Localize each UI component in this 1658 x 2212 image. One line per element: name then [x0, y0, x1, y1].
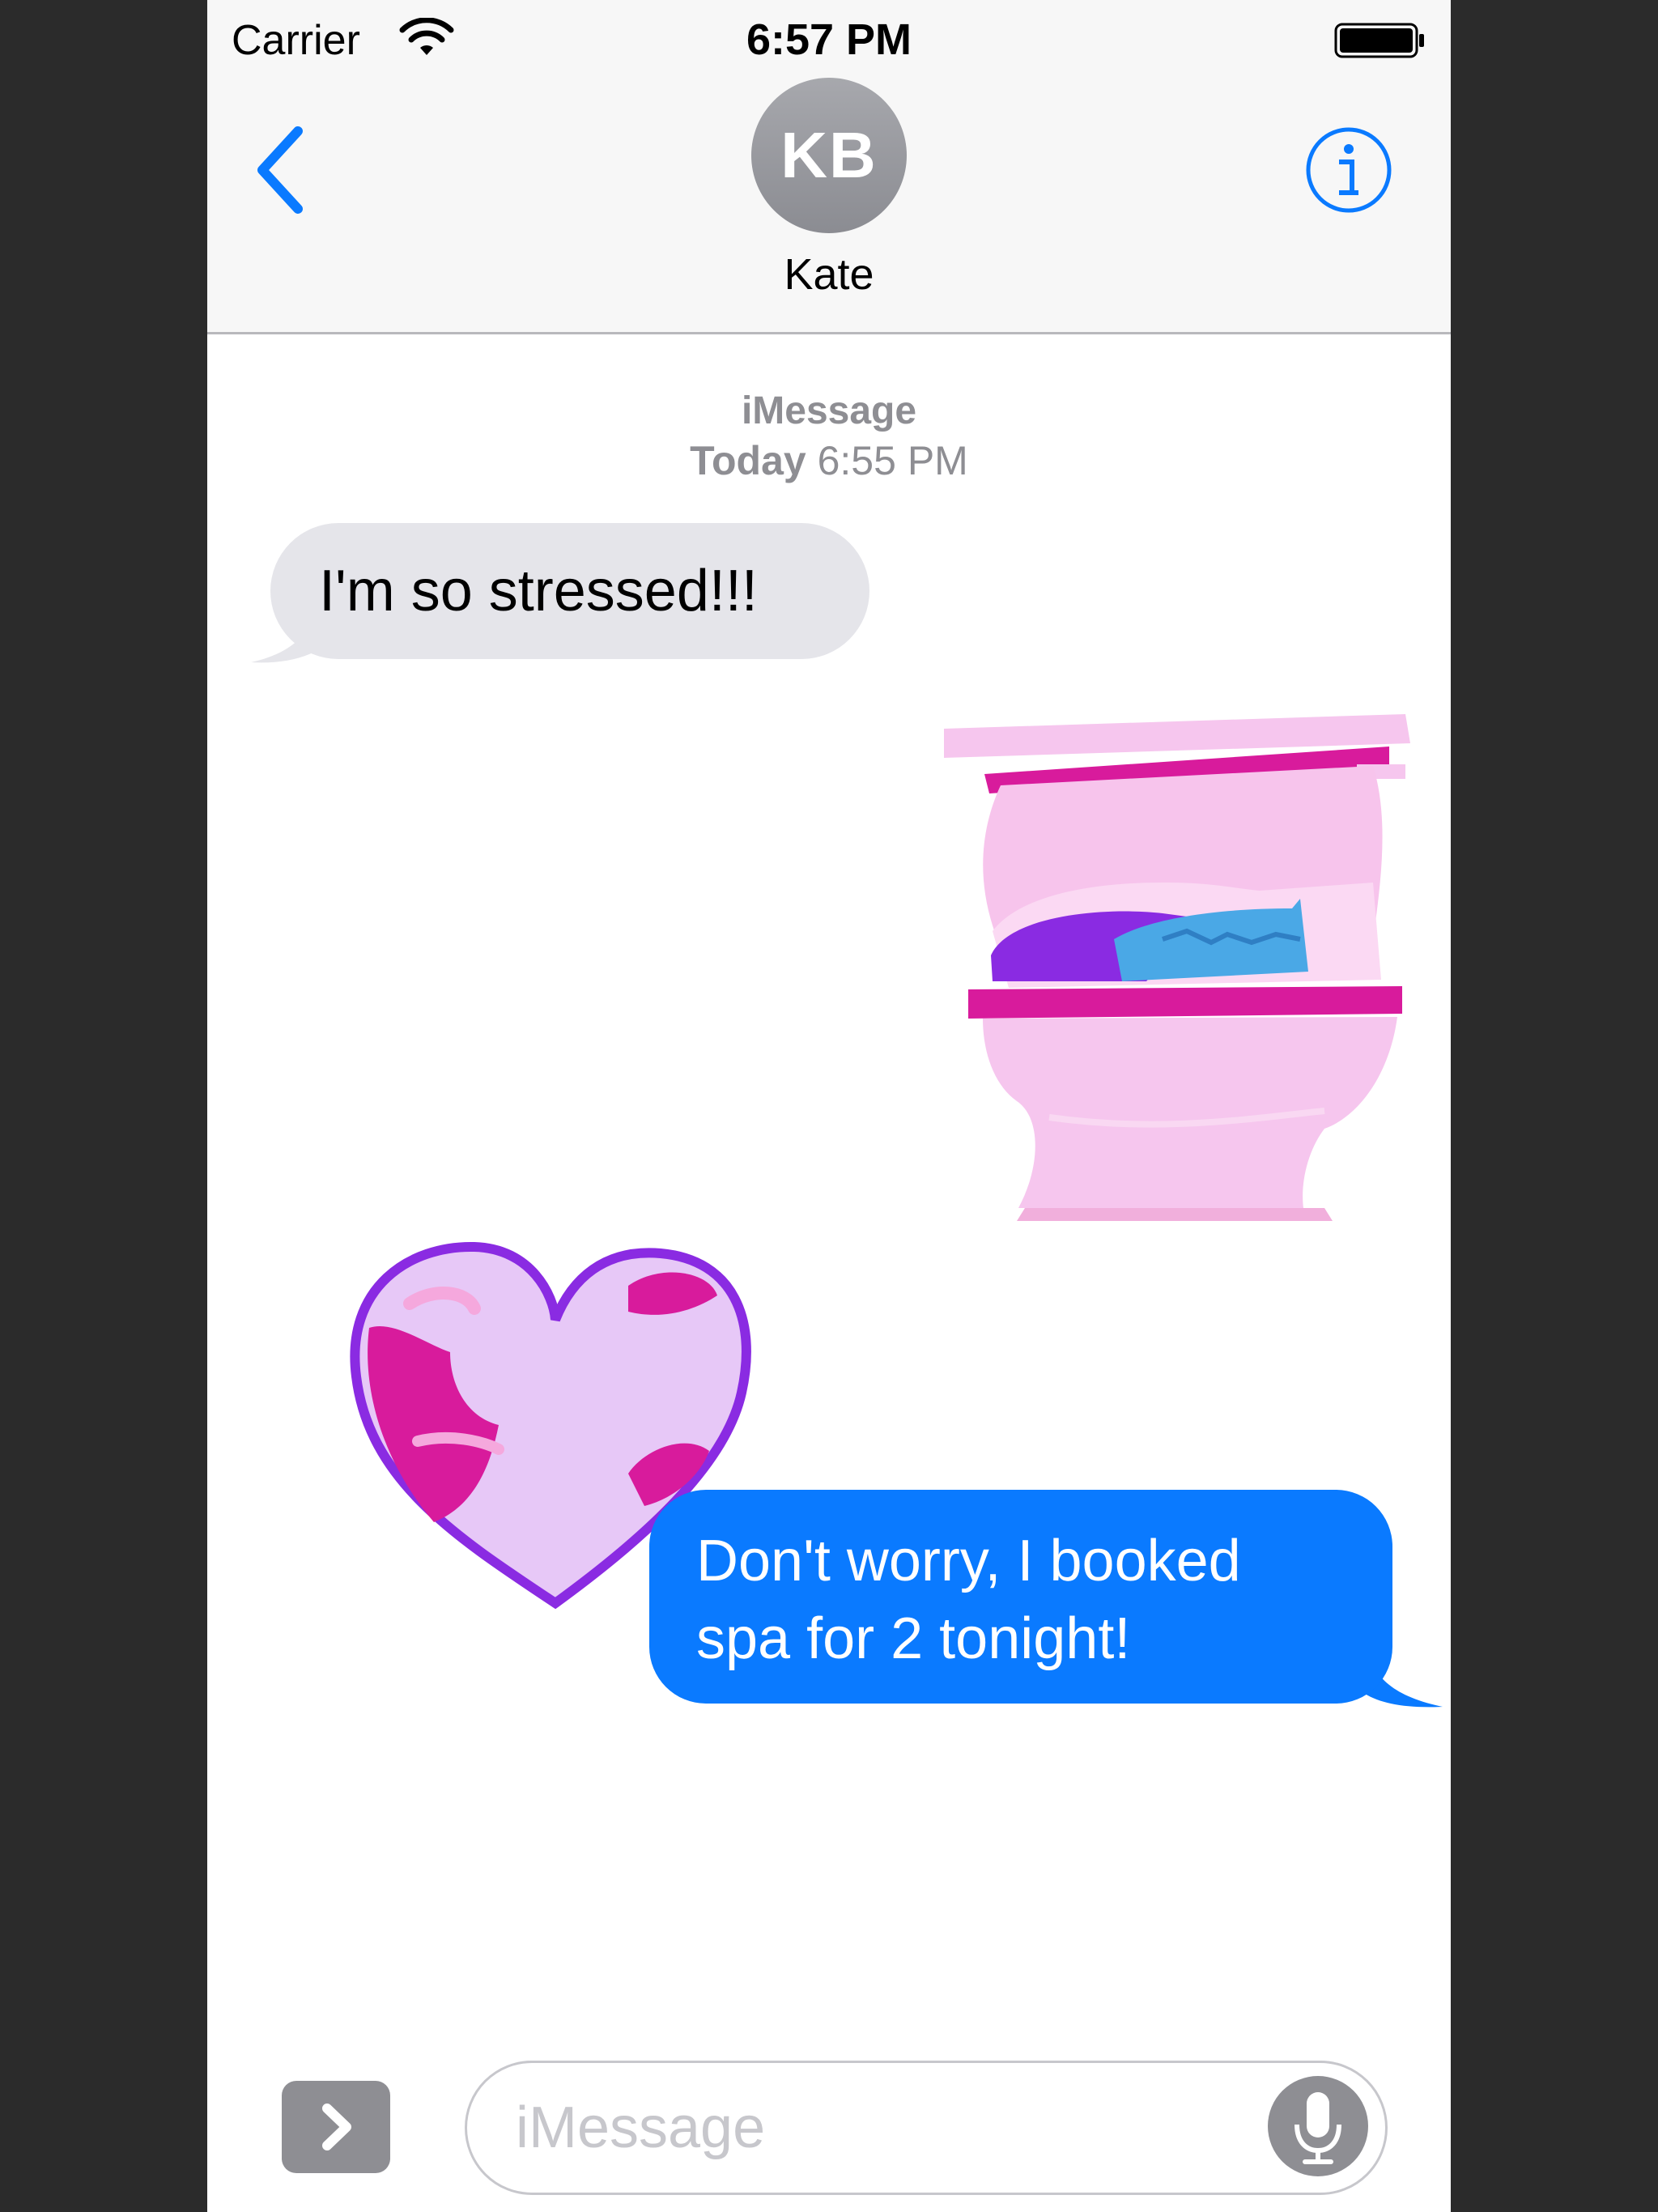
toilet-sticker[interactable]	[920, 696, 1438, 1223]
service-label: iMessage	[741, 389, 917, 432]
battery-icon	[1334, 23, 1424, 58]
dictation-button[interactable]	[1268, 2076, 1368, 2176]
avatar-initials: KB	[780, 119, 878, 191]
navigation-header: Carrier 6:57 PM KB Kate	[207, 0, 1451, 334]
message-timestamp: Today 6:55 PM	[207, 437, 1451, 484]
message-input[interactable]	[465, 2061, 1388, 2195]
message-text: I'm so stressed!!!	[319, 559, 758, 623]
info-icon[interactable]	[1300, 121, 1397, 219]
incoming-message-bubble[interactable]: I'm so stressed!!!	[270, 523, 869, 659]
outgoing-message-bubble[interactable]: Don't worry, I booked spa for 2 tonight!	[649, 1490, 1392, 1704]
contact-name[interactable]: Kate	[207, 249, 1451, 300]
microphone-icon	[1295, 2092, 1341, 2164]
chevron-right-icon	[322, 2104, 351, 2150]
clock: 6:57 PM	[746, 15, 912, 64]
back-chevron-icon[interactable]	[248, 121, 321, 219]
app-drawer-button[interactable]	[282, 2081, 390, 2173]
message-text: Don't worry, I booked spa for 2 tonight!	[696, 1529, 1241, 1671]
messages-screen: Carrier 6:57 PM KB Kate iMessage Today 6…	[207, 0, 1451, 2212]
timestamp-time: 6:55 PM	[817, 438, 968, 483]
contact-avatar[interactable]: KB	[751, 78, 907, 233]
timestamp-day: Today	[690, 438, 806, 483]
